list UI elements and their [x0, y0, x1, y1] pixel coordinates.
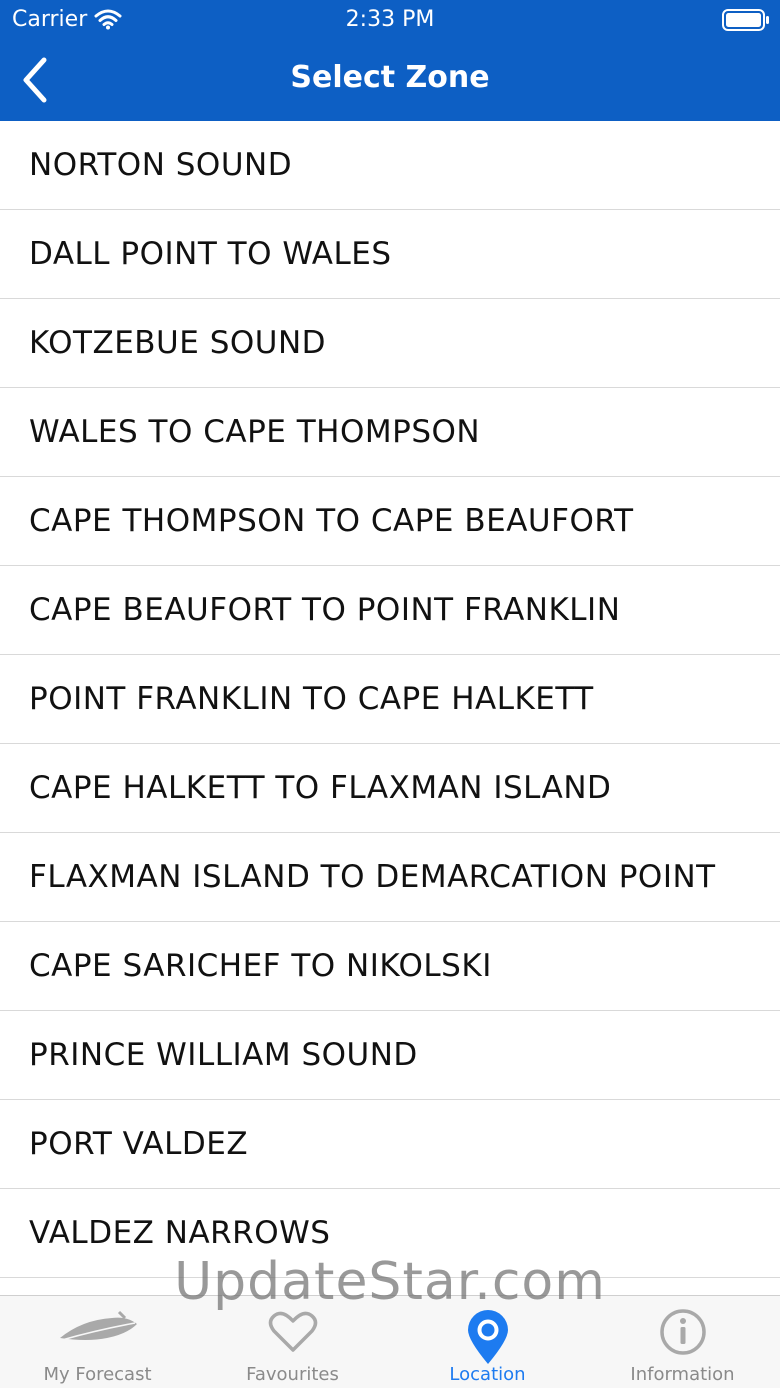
header: Carrier 2:33 PM Select Zone: [0, 0, 780, 121]
nav-bar: Select Zone: [0, 40, 780, 121]
zone-list-item[interactable]: CAPE SARICHEF TO NIKOLSKI: [0, 922, 780, 1011]
zone-list-item[interactable]: DALL POINT TO WALES: [0, 210, 780, 299]
zone-list-item[interactable]: CAPE HALKETT TO FLAXMAN ISLAND: [0, 744, 780, 833]
zone-list-item[interactable]: KOTZEBUE SOUND: [0, 299, 780, 388]
tab-label: Location: [449, 1364, 526, 1385]
zone-list-item[interactable]: FLAXMAN ISLAND TO DEMARCATION POINT: [0, 833, 780, 922]
battery-icon: [722, 9, 769, 31]
zone-list-item[interactable]: WALES TO CAPE THOMPSON: [0, 388, 780, 477]
zone-list-item[interactable]: PORT VALDEZ: [0, 1100, 780, 1189]
status-time: 2:33 PM: [345, 7, 435, 32]
zone-list-item[interactable]: POINT FRANKLIN TO CAPE HALKETT: [0, 655, 780, 744]
location-pin-icon: [467, 1310, 508, 1364]
zone-list-item[interactable]: CAPE BEAUFORT TO POINT FRANKLIN: [0, 566, 780, 655]
zone-list-item[interactable]: PRINCE WILLIAM SOUND: [0, 1011, 780, 1100]
page-title: Select Zone: [290, 60, 490, 95]
tab-label: Information: [630, 1364, 735, 1385]
tab-label: Favourites: [246, 1364, 339, 1385]
zone-list-item[interactable]: CAPE THOMPSON TO CAPE BEAUFORT: [0, 477, 780, 566]
heart-icon: [268, 1311, 317, 1352]
info-icon: [659, 1309, 706, 1355]
zone-list-item[interactable]: NORTON SOUND: [0, 121, 780, 210]
tab-label: My Forecast: [43, 1364, 152, 1385]
feather-icon: [59, 1310, 137, 1341]
watermark: UpdateStar.com: [174, 1252, 606, 1312]
status-bar: Carrier 2:33 PM: [0, 0, 780, 40]
zone-list: NORTON SOUND DALL POINT TO WALES KOTZEBU…: [0, 121, 780, 1278]
